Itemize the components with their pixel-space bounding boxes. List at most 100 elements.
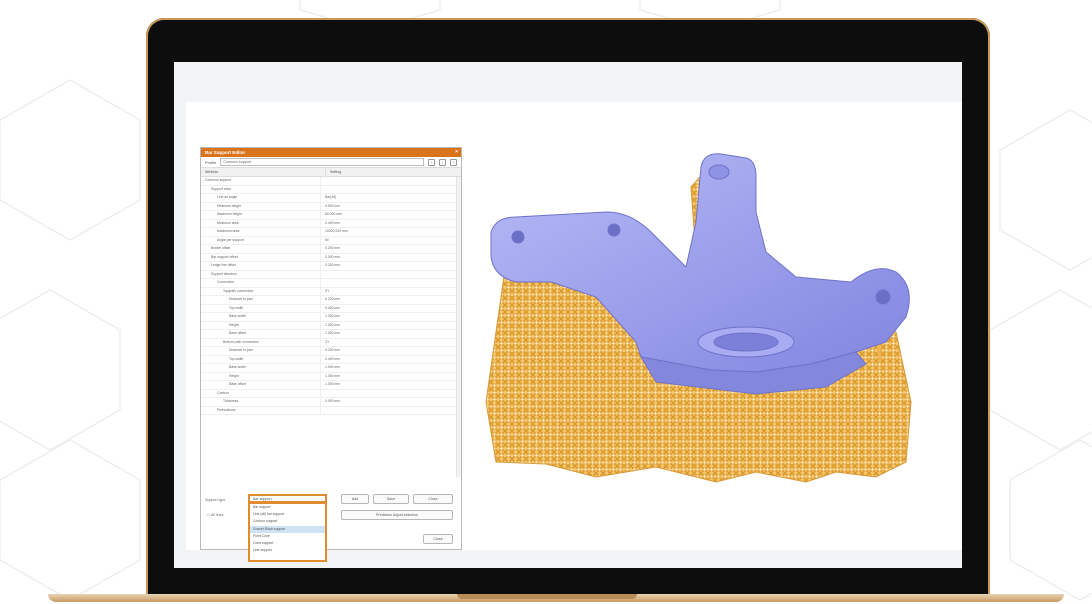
tree-row-attribute: Base offset bbox=[201, 330, 321, 338]
tree-row[interactable]: Maximum height 80.000 mm bbox=[201, 211, 461, 220]
tree-row[interactable]: Bottom path connection ZY bbox=[201, 338, 461, 347]
tree-row[interactable]: Top width 0.400 mm bbox=[201, 304, 461, 313]
tree-row-attribute: Border offset bbox=[201, 245, 321, 253]
tree-row-setting[interactable]: 0.200 mm bbox=[321, 245, 461, 253]
profile-select[interactable]: Common support bbox=[220, 158, 424, 166]
tree-row[interactable]: Base offset 1.000 mm bbox=[201, 381, 461, 390]
tree-row-attribute: Height bbox=[201, 372, 321, 380]
tree-row-setting[interactable]: 10000.000 mm bbox=[321, 228, 461, 236]
tree-row[interactable]: Support direction bbox=[201, 270, 461, 279]
attribute-grid-header: Attribute Setting bbox=[201, 167, 461, 177]
tree-row-attribute: Line as angle bbox=[201, 194, 321, 202]
bar-support-editor-dialog: Bar Support Editor × Profile Common supp… bbox=[200, 147, 462, 562]
tree-row[interactable]: Base width 1.000 mm bbox=[201, 364, 461, 373]
tree-row-setting[interactable] bbox=[321, 279, 461, 287]
dropdown-option[interactable]: Line support bbox=[250, 547, 325, 554]
apply-button[interactable]: Close bbox=[423, 534, 453, 544]
all-lines-label: All lines bbox=[211, 513, 224, 517]
tree-row-attribute: Angle per support bbox=[201, 236, 321, 244]
dropdown-option[interactable]: Line (all) bar support bbox=[250, 511, 325, 518]
tree-row-attribute: Bottom path connection bbox=[201, 338, 321, 346]
tree-row[interactable]: Top/path connection ZY bbox=[201, 287, 461, 296]
tree-row-setting[interactable]: ZY bbox=[321, 288, 461, 296]
tree-row-setting[interactable]: Bar(45) bbox=[321, 194, 461, 202]
tree-row-attribute: Ledge line offset bbox=[201, 262, 321, 270]
tree-row[interactable]: Base width 1.000 mm bbox=[201, 313, 461, 322]
tree-row-setting[interactable]: 80.000 mm bbox=[321, 211, 461, 219]
tree-row[interactable]: Maximum area 10000.000 mm bbox=[201, 228, 461, 237]
tree-row-attribute: Base width bbox=[201, 313, 321, 321]
tree-row[interactable]: Angle per support 50 bbox=[201, 236, 461, 245]
tree-row-attribute: Minimum height bbox=[201, 202, 321, 210]
tree-row-attribute: Distance to part bbox=[201, 347, 321, 355]
add-profile-icon[interactable]: + bbox=[428, 158, 435, 166]
tree-row-setting[interactable] bbox=[321, 177, 461, 185]
dropdown-option[interactable]: Contour support bbox=[250, 518, 325, 525]
tree-row-setting[interactable] bbox=[321, 407, 461, 415]
tree-row-setting[interactable]: 0.000 mm bbox=[321, 254, 461, 262]
tree-row[interactable]: Minimum height 0.500 mm bbox=[201, 202, 461, 211]
tree-row[interactable]: Bar support offset 0.000 mm bbox=[201, 253, 461, 262]
tree-row[interactable]: Support area bbox=[201, 185, 461, 194]
dropdown-option[interactable]: Cone support bbox=[250, 540, 325, 547]
tree-row[interactable]: Line as angle Bar(45) bbox=[201, 194, 461, 203]
dialog-title: Bar Support Editor bbox=[205, 150, 246, 155]
close-button[interactable]: Close bbox=[413, 494, 453, 504]
tree-row[interactable]: Common support bbox=[201, 177, 461, 186]
tree-row-setting[interactable]: 0.400 mm bbox=[321, 305, 461, 313]
tree-row-setting[interactable]: 0.200 mm bbox=[321, 347, 461, 355]
tree-row-setting[interactable]: 1.000 mm bbox=[321, 381, 461, 389]
tree-row[interactable]: Base offset 1.000 mm bbox=[201, 330, 461, 339]
tree-row[interactable]: Thickness 0.000 mm bbox=[201, 398, 461, 407]
dropdown-option[interactable]: Gusset Block support bbox=[250, 525, 325, 533]
tree-row-setting[interactable]: 1.000 mm bbox=[321, 364, 461, 372]
tree-row-setting[interactable]: 1.000 mm bbox=[321, 373, 461, 381]
dialog-title-bar[interactable]: Bar Support Editor × bbox=[201, 148, 461, 157]
tree-row[interactable]: Connection bbox=[201, 279, 461, 288]
tree-row-attribute: Thickness bbox=[201, 398, 321, 406]
tree-row-attribute: Perforations bbox=[201, 406, 321, 414]
tree-row-attribute: Maximum area bbox=[201, 228, 321, 236]
tree-row-setting[interactable] bbox=[321, 390, 461, 398]
tree-row-setting[interactable]: 50 bbox=[321, 237, 461, 245]
tree-row[interactable]: Distance to part 0.200 mm bbox=[201, 296, 461, 305]
tree-row[interactable]: Distance to part 0.200 mm bbox=[201, 347, 461, 356]
tree-row[interactable]: Contour bbox=[201, 389, 461, 398]
tree-row-setting[interactable]: 1.000 mm bbox=[321, 330, 461, 338]
tree-row-attribute: Support direction bbox=[201, 270, 321, 278]
3d-viewport[interactable]: Bar Support Editor × Profile Common supp… bbox=[186, 102, 962, 562]
tree-row-attribute: Top/path connection bbox=[201, 287, 321, 295]
tree-row[interactable]: Top width 0.400 mm bbox=[201, 355, 461, 364]
tree-row[interactable]: Perforations bbox=[201, 406, 461, 415]
tree-row-setting[interactable]: 1.000 mm bbox=[321, 322, 461, 330]
profile-label: Profile bbox=[205, 159, 217, 165]
tree-row-setting[interactable]: 0.200 mm bbox=[321, 296, 461, 304]
tree-row-setting[interactable]: 0.000 mm bbox=[321, 398, 461, 406]
tree-row-setting[interactable]: ZY bbox=[321, 339, 461, 347]
tree-row[interactable]: Border offset 0.200 mm bbox=[201, 245, 461, 254]
dropdown-option[interactable]: Bar support bbox=[250, 504, 325, 511]
all-lines-checkbox[interactable]: ☐ All lines bbox=[207, 513, 223, 517]
tree-row-attribute: Maximum height bbox=[201, 211, 321, 219]
add-button[interactable]: Add bbox=[341, 494, 369, 504]
tree-row-setting[interactable] bbox=[321, 271, 461, 279]
save-profile-icon[interactable]: ▪ bbox=[439, 158, 446, 166]
prediction-adjust-button[interactable]: Prediction Adjust selection bbox=[341, 510, 453, 520]
tree-row[interactable]: Height 1.000 mm bbox=[201, 321, 461, 330]
tree-row-setting[interactable]: 0.400 mm bbox=[321, 220, 461, 228]
tree-row[interactable]: Ledge line offset 0.200 mm bbox=[201, 262, 461, 271]
tree-row[interactable]: Minimum area 0.400 mm bbox=[201, 219, 461, 228]
tree-row-setting[interactable]: 0.400 mm bbox=[321, 356, 461, 364]
dropdown-option[interactable]: Point Cone bbox=[250, 533, 325, 540]
part-with-lattice-supports[interactable] bbox=[456, 102, 962, 550]
tree-row-setting[interactable] bbox=[321, 186, 461, 194]
column-header-setting: Setting bbox=[330, 170, 342, 174]
tree-row-setting[interactable]: 1.000 mm bbox=[321, 313, 461, 321]
save-button[interactable]: Save bbox=[373, 494, 409, 504]
tree-row-setting[interactable]: 0.200 mm bbox=[321, 262, 461, 270]
tree-row-attribute: Bar support offset bbox=[201, 253, 321, 261]
tree-row[interactable]: Height 1.000 mm bbox=[201, 372, 461, 381]
column-header-attribute: Attribute bbox=[201, 168, 326, 176]
laptop-screen: Bar Support Editor × Profile Common supp… bbox=[174, 62, 962, 568]
tree-row-setting[interactable]: 0.500 mm bbox=[321, 203, 461, 211]
